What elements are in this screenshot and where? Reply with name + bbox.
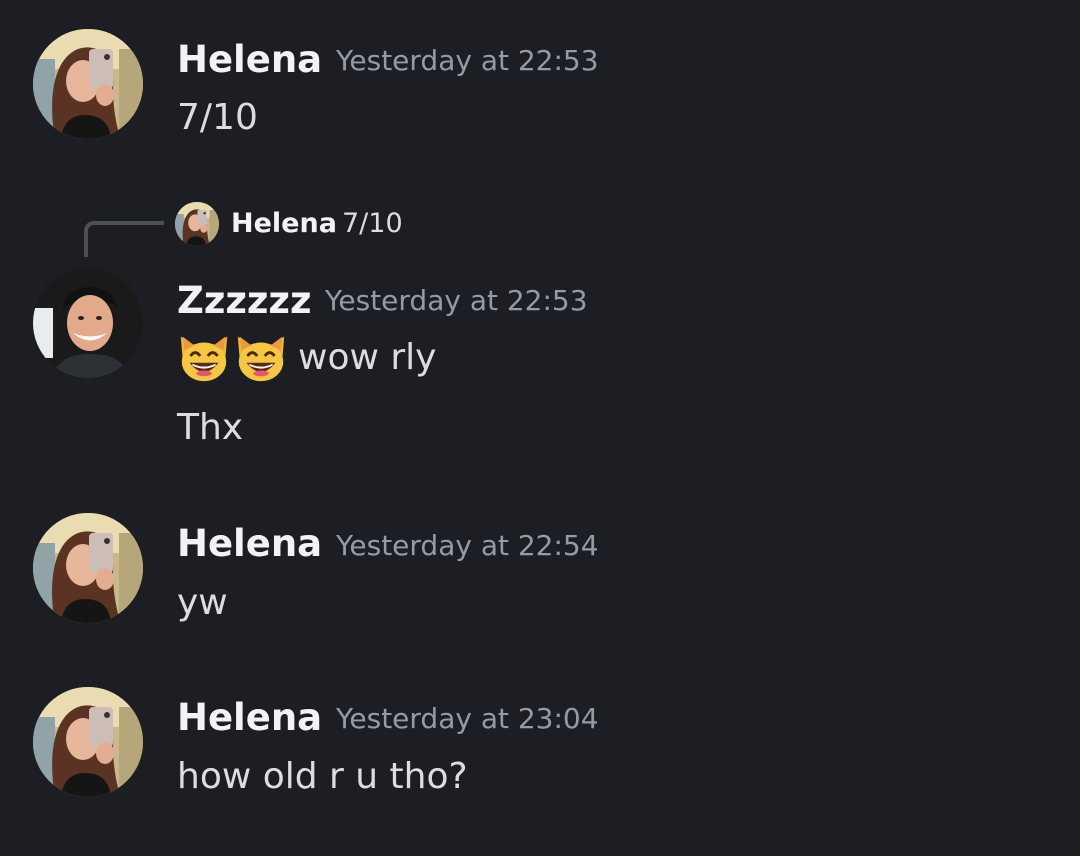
message-text: 7/10 <box>177 97 258 138</box>
message-timestamp: Yesterday at 22:53 <box>336 44 599 77</box>
reply-preview-text[interactable]: 7/10 <box>342 210 403 237</box>
message-text: yw <box>177 582 228 623</box>
author-name[interactable]: Zzzzzz <box>177 282 312 319</box>
reply-author[interactable]: Helena <box>231 210 337 237</box>
author-name[interactable]: Helena <box>177 41 322 78</box>
avatar[interactable] <box>33 29 143 139</box>
author-name[interactable]: Helena <box>177 525 322 562</box>
message-timestamp: Yesterday at 22:53 <box>325 284 588 317</box>
message-timestamp: Yesterday at 22:54 <box>336 529 599 562</box>
smiling-cat-icon <box>232 327 290 385</box>
smiling-cat-icon <box>175 327 233 385</box>
reply-avatar[interactable] <box>175 202 219 246</box>
avatar[interactable] <box>33 513 143 623</box>
message-text: Thx <box>177 407 244 448</box>
author-name[interactable]: Helena <box>177 699 322 736</box>
message-text: how old r u tho? <box>177 756 468 797</box>
avatar[interactable] <box>33 687 143 797</box>
reply-connector <box>84 221 164 257</box>
avatar[interactable] <box>33 268 143 378</box>
message-text: wow rly <box>298 337 437 378</box>
message-timestamp: Yesterday at 23:04 <box>336 702 599 735</box>
